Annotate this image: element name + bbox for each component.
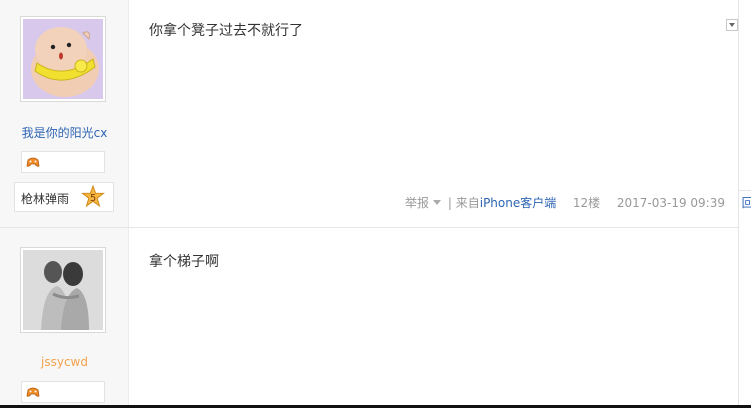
reply-link[interactable]: 回复	[742, 194, 751, 211]
post-divider	[0, 227, 739, 228]
badge-name: 枪林弹雨	[21, 192, 70, 206]
user-level-box	[21, 151, 105, 173]
post-tail: 举报 | 来自iPhone客户端 12楼 2017-03-19 09:39 回复	[405, 194, 751, 211]
member-badge[interactable]: 枪林弹雨 5	[14, 182, 114, 212]
post-datetime: 2017-03-19 09:39	[616, 195, 725, 210]
author-avatar[interactable]	[20, 16, 106, 102]
author-username[interactable]: 我是你的阳光cx	[0, 124, 129, 141]
post-options-dropdown[interactable]	[726, 19, 738, 31]
badge-level-star-icon: 5	[81, 185, 105, 208]
thread-page: 我是你的阳光cx 枪林弹雨 5 你拿个凳子过去不就行了 举报 | 来自iPhon…	[0, 0, 751, 408]
badge-level-number: 5	[90, 193, 96, 204]
author-username[interactable]: jssycwd	[0, 355, 129, 369]
report-caret-icon[interactable]	[433, 200, 442, 205]
photo-avatar-icon	[23, 250, 103, 330]
gamepad-icon	[26, 157, 40, 167]
user-level-box	[21, 381, 105, 403]
content-border-notch	[739, 190, 751, 191]
author-avatar[interactable]	[20, 247, 106, 333]
report-link[interactable]: 举报	[405, 194, 429, 211]
client-link[interactable]: iPhone客户端	[480, 194, 557, 211]
from-prefix: 来自	[455, 196, 480, 210]
post-content: 拿个梯子啊	[149, 254, 219, 270]
tail-separator: |	[447, 195, 452, 210]
gamepad-icon	[26, 387, 40, 397]
floor-number: 12楼	[572, 196, 601, 210]
cartoon-avatar-icon	[23, 19, 103, 99]
post-content: 你拿个凳子过去不就行了	[149, 23, 303, 39]
